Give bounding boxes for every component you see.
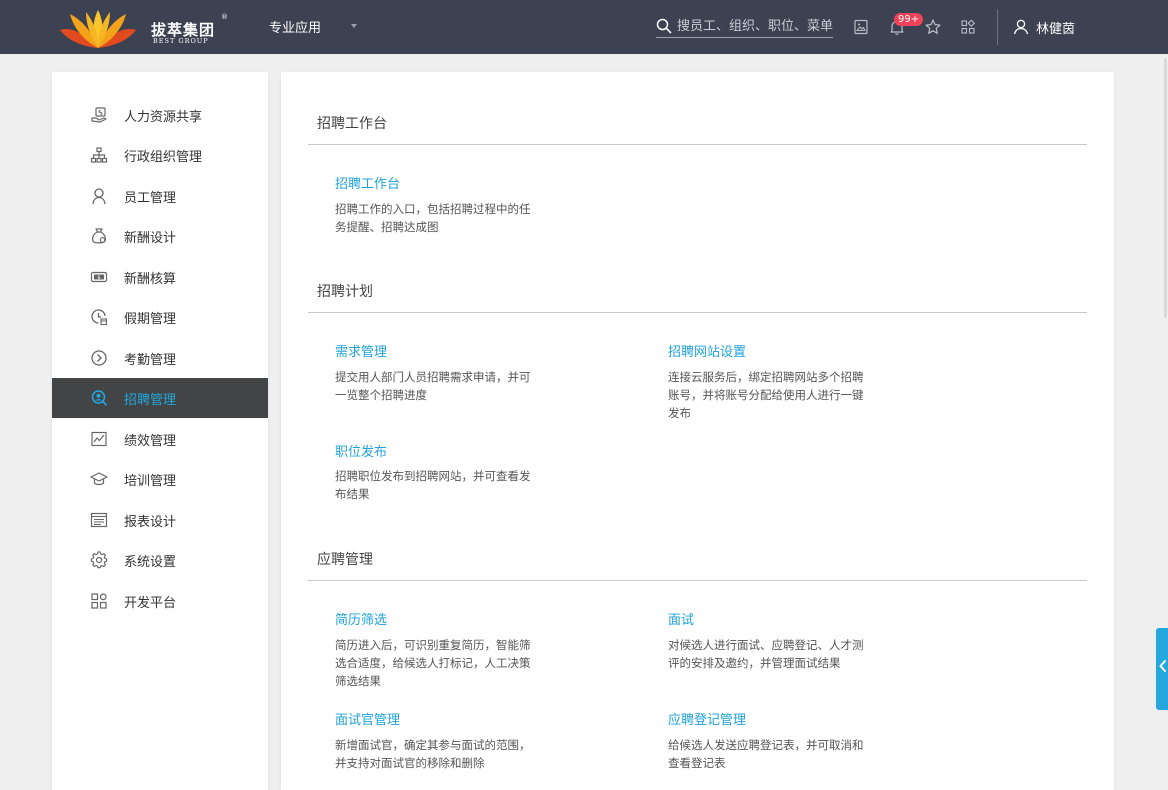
card-description: 简历进入后，可识别重复简历，智能筛选合适度，给候选人打标记，人工决策筛选结果 xyxy=(335,638,531,688)
person-icon xyxy=(92,188,106,205)
org-chart-icon xyxy=(90,147,108,163)
sidebar-item-label: 行政组织管理 xyxy=(124,150,203,165)
sidebar-item-dev-platform[interactable]: 开发平台 xyxy=(52,581,268,621)
sidebar-item-employees[interactable]: 员工管理 xyxy=(52,176,268,216)
top-bar: 拔萃集团 BEST GROUP ® 专业应用 99+ 林健茵 xyxy=(0,0,1168,54)
section-divider xyxy=(308,580,1087,581)
sidebar-item-label: 新酬核算 xyxy=(124,272,177,287)
sidebar-item-label: 招聘管理 xyxy=(124,393,177,408)
sidebar-item-salary-design[interactable]: 新酬设计 xyxy=(52,216,268,256)
apps-icon xyxy=(91,593,107,609)
image-icon[interactable] xyxy=(852,18,870,36)
section-divider xyxy=(308,312,1087,313)
card-title-link[interactable]: 面试 xyxy=(668,609,694,628)
cash-icon: $ xyxy=(90,271,108,283)
card-title-link[interactable]: 应聘登记管理 xyxy=(668,709,746,728)
sidebar-item-label: 员工管理 xyxy=(124,191,177,206)
sidebar-item-recruitment[interactable]: 招聘管理 xyxy=(52,378,268,418)
app-menu-dropdown[interactable]: 专业应用 xyxy=(269,17,321,36)
card-description: 对候选人进行面试、应聘登记、人才测评的安排及邀约，并管理面试结果 xyxy=(668,638,864,670)
chart-icon xyxy=(91,431,107,447)
card-title-link[interactable]: 招聘工作台 xyxy=(335,173,400,192)
sidebar-item-training[interactable]: 培训管理 xyxy=(52,459,268,499)
section-title: 招聘计划 xyxy=(317,284,373,300)
sidebar-item-settings[interactable]: 系统设置 xyxy=(52,540,268,580)
report-icon xyxy=(90,512,108,528)
user-icon[interactable] xyxy=(1012,18,1030,36)
chevron-down-icon[interactable] xyxy=(351,24,357,28)
money-bag-icon xyxy=(92,228,106,244)
arrow-circle-icon xyxy=(91,350,107,366)
card-description: 招聘职位发布到招聘网站，并可查看发布结果 xyxy=(335,469,531,501)
sidebar-item-reports[interactable]: 报表设计 xyxy=(52,500,268,540)
sidebar-item-leave[interactable]: 假期管理 xyxy=(52,297,268,337)
sidebar-item-label: 绩效管理 xyxy=(124,434,177,449)
card-description: 连接云服务后，绑定招聘网站多个招聘账号，并将账号分配给使用人进行一键发布 xyxy=(668,370,864,420)
card-description: 招聘工作的入口，包括招聘过程中的任务提醒、招聘达成图 xyxy=(335,202,531,234)
section-title: 应聘管理 xyxy=(317,552,373,568)
recruit-search-icon xyxy=(91,390,107,406)
card-title-link[interactable]: 需求管理 xyxy=(335,341,387,360)
sidebar-item-label: 假期管理 xyxy=(124,312,177,327)
sidebar-item-salary-calc[interactable]: $ 新酬核算 xyxy=(52,257,268,297)
main-content: 招聘工作台 招聘工作台 招聘工作的入口，包括招聘过程中的任务提醒、招聘达成图 招… xyxy=(281,72,1114,790)
sidebar-nav: 人力资源共享 行政组织管理 员工管理 新酬设计 $ 新酬核算 假期管理 考勤管理… xyxy=(52,72,268,790)
sidebar-item-label: 培训管理 xyxy=(124,474,177,489)
search-icon[interactable] xyxy=(656,18,672,34)
card-title-link[interactable]: 招聘网站设置 xyxy=(668,341,746,360)
card-description: 提交用人部门人员招聘需求申请，并可一览整个招聘进度 xyxy=(335,370,531,402)
sidebar-item-label: 人力资源共享 xyxy=(124,110,203,125)
global-search[interactable] xyxy=(656,14,833,38)
chevron-left-icon xyxy=(1159,660,1166,672)
search-input[interactable] xyxy=(677,16,833,36)
card-title-link[interactable]: 简历筛选 xyxy=(335,609,387,628)
notification-badge: 99+ xyxy=(894,13,924,26)
collapse-side-tab[interactable] xyxy=(1156,628,1168,710)
sidebar-item-label: 新酬设计 xyxy=(124,231,177,246)
section-divider xyxy=(308,144,1087,145)
brand-registered-mark: ® xyxy=(221,13,228,21)
card-title-link[interactable]: 职位发布 xyxy=(335,441,387,460)
section-title: 招聘工作台 xyxy=(317,116,387,132)
graduation-cap-icon xyxy=(90,472,108,486)
svg-text:$: $ xyxy=(97,275,100,281)
sidebar-item-label: 开发平台 xyxy=(124,596,177,611)
clock-calendar-icon xyxy=(91,309,108,326)
card-description: 新增面试官，确定其参与面试的范围，并支持对面试官的移除和删除 xyxy=(335,738,531,770)
user-name[interactable]: 林健茵 xyxy=(1036,18,1075,37)
sidebar-item-label: 考勤管理 xyxy=(124,353,177,368)
sidebar-item-label: 系统设置 xyxy=(124,555,177,570)
apps-grid-icon[interactable] xyxy=(959,18,977,36)
sidebar-item-label: 报表设计 xyxy=(124,515,177,530)
card-description: 给候选人发送应聘登记表，并可取消和查看登记表 xyxy=(668,738,864,770)
star-icon[interactable] xyxy=(924,18,942,36)
card-title-link[interactable]: 面试官管理 xyxy=(335,709,400,728)
sidebar-item-attendance[interactable]: 考勤管理 xyxy=(52,338,268,378)
page-scrollbar[interactable] xyxy=(1164,58,1167,318)
sidebar-item-performance[interactable]: 绩效管理 xyxy=(52,419,268,459)
gear-icon xyxy=(90,551,108,569)
sidebar-item-org-admin[interactable]: 行政组织管理 xyxy=(52,135,268,175)
hand-share-icon xyxy=(91,107,107,123)
sidebar-item-hr-share[interactable]: 人力资源共享 xyxy=(52,95,268,135)
toolbar-divider xyxy=(997,9,998,45)
brand-subtitle: BEST GROUP xyxy=(153,37,209,45)
